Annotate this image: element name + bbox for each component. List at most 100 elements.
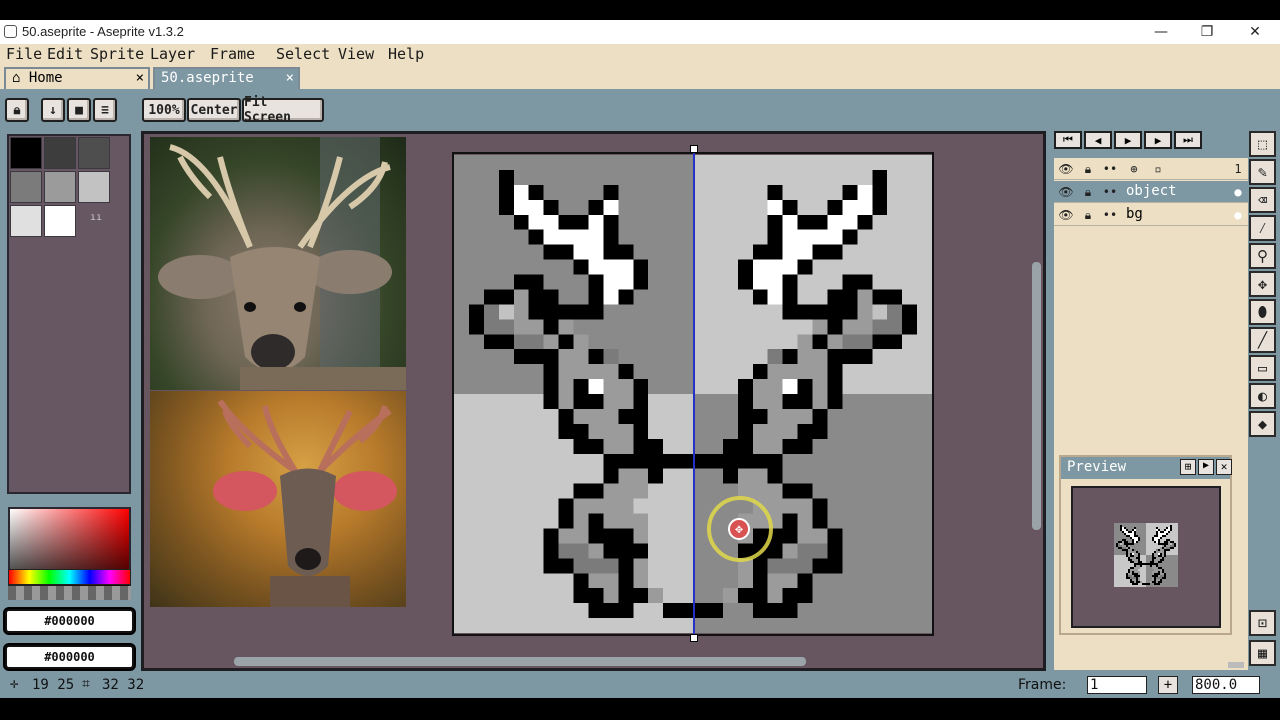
move-tool-icon[interactable]: ✥ bbox=[1249, 271, 1276, 297]
tab-file-close-icon[interactable]: × bbox=[286, 70, 294, 86]
zoom-input[interactable]: 800.0 bbox=[1192, 676, 1260, 694]
horizontal-scrollbar[interactable] bbox=[234, 657, 806, 666]
menu-view[interactable]: View bbox=[338, 45, 374, 63]
rectangle-tool-icon[interactable]: ▭ bbox=[1249, 355, 1276, 381]
link-icon[interactable]: •• bbox=[1102, 184, 1118, 200]
palette-menu-button[interactable]: ≡ bbox=[93, 98, 117, 122]
menu-select[interactable]: Select bbox=[276, 45, 330, 63]
palette-swatch[interactable] bbox=[44, 137, 76, 169]
minimize-button[interactable]: — bbox=[1138, 20, 1184, 44]
blur-tool-icon[interactable]: ◆ bbox=[1249, 411, 1276, 437]
hue-slider[interactable] bbox=[8, 569, 131, 585]
sprite-pixel bbox=[513, 349, 529, 365]
lock-button[interactable]: 🔒︎ bbox=[5, 98, 29, 122]
palette-swatch[interactable] bbox=[78, 171, 110, 203]
next-frame-button[interactable]: ▶ bbox=[1144, 131, 1172, 149]
foreground-color-field[interactable]: #000000 bbox=[5, 609, 134, 633]
sprite-pixel bbox=[1158, 539, 1160, 541]
fill-tool-icon[interactable]: ⬮ bbox=[1249, 299, 1276, 325]
pixel-ratio-icon[interactable]: ⊡ bbox=[1249, 610, 1276, 636]
palette-swatch[interactable] bbox=[10, 205, 42, 237]
sprite-pixel bbox=[767, 573, 783, 589]
sprite-pixel bbox=[573, 573, 589, 589]
cel-dot-icon[interactable]: ● bbox=[1230, 207, 1246, 223]
palette-swatch[interactable] bbox=[10, 171, 42, 203]
marquee-tool-icon[interactable]: ⬚ bbox=[1249, 131, 1276, 157]
palette-swatch[interactable] bbox=[44, 171, 76, 203]
sprite-pixel bbox=[1154, 541, 1156, 543]
prev-frame-button[interactable]: ◀ bbox=[1084, 131, 1112, 149]
symmetry-handle-bottom[interactable] bbox=[690, 634, 698, 642]
sprite-pixel bbox=[1124, 543, 1126, 545]
link-icon[interactable]: •• bbox=[1102, 207, 1118, 223]
frame-number[interactable]: 1 bbox=[1230, 161, 1246, 177]
eyedropper-tool-icon[interactable]: ⁄ bbox=[1249, 215, 1276, 241]
sprite-pixel bbox=[842, 334, 858, 350]
eye-icon[interactable]: 👁︎ bbox=[1058, 161, 1074, 177]
close-window-button[interactable]: ✕ bbox=[1232, 20, 1278, 44]
maximize-button[interactable]: ❐ bbox=[1184, 20, 1230, 44]
palette-save-button[interactable]: ■ bbox=[67, 98, 91, 122]
sprite-pixel bbox=[1126, 551, 1128, 553]
palette-down-button[interactable]: ↓ bbox=[41, 98, 65, 122]
sprite-pixel bbox=[1158, 571, 1160, 573]
pencil-tool-icon[interactable]: ✎ bbox=[1249, 159, 1276, 185]
contour-tool-icon[interactable]: ◐ bbox=[1249, 383, 1276, 409]
last-frame-button[interactable]: ⏭ bbox=[1174, 131, 1202, 149]
center-button[interactable]: Center bbox=[187, 98, 241, 122]
sprite-pixel bbox=[1130, 533, 1132, 535]
palette-resize-handle[interactable]: ıı bbox=[90, 212, 102, 223]
alpha-slider[interactable] bbox=[8, 586, 131, 600]
cel-dot-icon[interactable]: ● bbox=[1230, 184, 1246, 200]
sprite-pixel bbox=[573, 259, 589, 275]
menu-file[interactable]: File bbox=[6, 45, 42, 63]
menu-frame[interactable]: Frame bbox=[210, 45, 255, 63]
timeline-toggle-icon[interactable]: ▦ bbox=[1249, 640, 1276, 666]
fit-screen-button[interactable]: Fit Screen bbox=[242, 95, 324, 125]
first-frame-button[interactable]: ⏮ bbox=[1054, 131, 1082, 149]
symmetry-handle-top[interactable] bbox=[690, 145, 698, 153]
eraser-tool-icon[interactable]: ⌫ bbox=[1249, 187, 1276, 213]
palette-swatch[interactable] bbox=[10, 137, 42, 169]
cel-icon[interactable]: ▫ bbox=[1150, 161, 1166, 177]
lock-icon[interactable]: 🔒︎ bbox=[1080, 207, 1096, 223]
lock-icon[interactable]: 🔒︎ bbox=[1080, 161, 1096, 177]
sprite-pixel bbox=[1132, 537, 1134, 539]
vertical-scrollbar[interactable] bbox=[1032, 262, 1041, 530]
eye-icon[interactable]: 👁︎ bbox=[1058, 184, 1074, 200]
frame-input[interactable]: 1 bbox=[1087, 676, 1147, 694]
tab-home[interactable]: ⌂ Home × bbox=[4, 67, 150, 89]
preview-play-icon[interactable]: ▶ bbox=[1198, 459, 1214, 475]
menu-help[interactable]: Help bbox=[388, 45, 424, 63]
sprite-pixel bbox=[1168, 531, 1170, 533]
line-tool-icon[interactable]: ╱ bbox=[1249, 327, 1276, 353]
sprite-pixel bbox=[558, 379, 574, 394]
menu-sprite[interactable]: Sprite bbox=[90, 45, 144, 63]
zoom-tool-icon[interactable]: ⚲ bbox=[1249, 243, 1276, 269]
background-color-field[interactable]: #000000 bbox=[5, 645, 134, 669]
zoom-100-button[interactable]: 100% bbox=[142, 98, 186, 122]
layer-row-bg[interactable]: 👁︎ 🔒︎ •• bg ● bbox=[1054, 204, 1248, 226]
sprite-pixel bbox=[1124, 533, 1126, 535]
menu-layer[interactable]: Layer bbox=[150, 45, 195, 63]
add-frame-icon[interactable]: + bbox=[1158, 676, 1178, 694]
first-frame-icon: ⏮ bbox=[1063, 133, 1073, 146]
palette-swatch[interactable] bbox=[44, 205, 76, 237]
tab-50-aseprite[interactable]: 50.aseprite × bbox=[153, 67, 300, 89]
panel-resize-handle[interactable] bbox=[1228, 662, 1244, 668]
sprite-pixel bbox=[543, 364, 559, 380]
lock-icon[interactable]: 🔒︎ bbox=[1080, 184, 1096, 200]
palette-swatch[interactable] bbox=[78, 137, 110, 169]
eye-icon[interactable]: 👁︎ bbox=[1058, 207, 1074, 223]
preview-close-icon[interactable]: ✕ bbox=[1216, 459, 1232, 475]
link-icon[interactable]: •• bbox=[1102, 161, 1118, 177]
onion-skin-icon[interactable]: ⊕ bbox=[1126, 161, 1142, 177]
tab-home-close-icon[interactable]: × bbox=[136, 70, 144, 86]
layer-row-object[interactable]: 👁︎ 🔒︎ •• object ● bbox=[1054, 181, 1248, 203]
symmetry-axis-line[interactable] bbox=[693, 148, 695, 638]
sprite-pixel bbox=[1136, 539, 1138, 541]
preview-zoom-icon[interactable]: ⊞ bbox=[1180, 459, 1196, 475]
menu-edit[interactable]: Edit bbox=[47, 45, 83, 63]
play-button[interactable]: ▶ bbox=[1114, 131, 1142, 149]
sprite-pixel bbox=[1136, 575, 1138, 577]
